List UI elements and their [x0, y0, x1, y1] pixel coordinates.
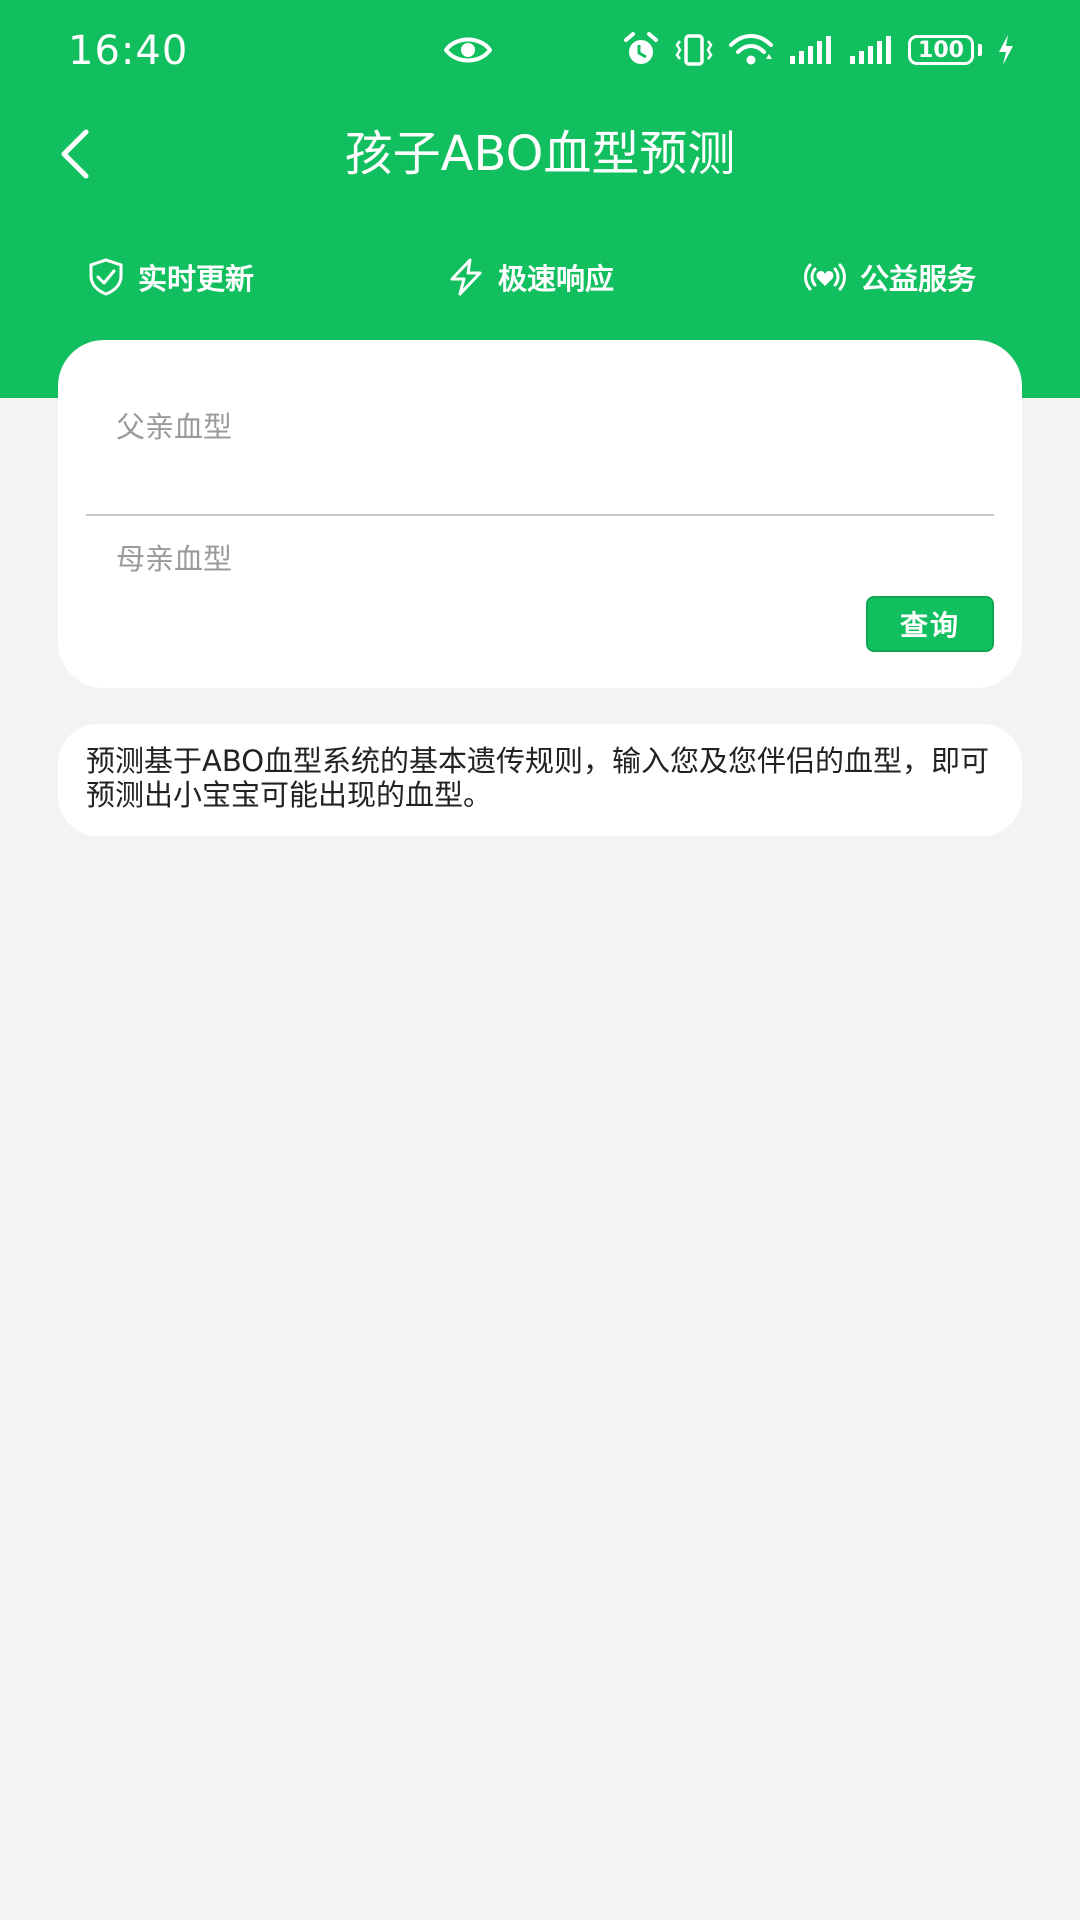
divider [86, 514, 994, 516]
info-card: 预测基于ABO血型系统的基本遗传规则，输入您及您伴侣的血型，即可预测出小宝宝可能… [58, 724, 1022, 836]
battery-icon: 100 [908, 35, 974, 65]
info-text: 预测基于ABO血型系统的基本遗传规则，输入您及您伴侣的血型，即可预测出小宝宝可能… [86, 744, 990, 812]
battery-level: 100 [918, 37, 964, 63]
battery-cap [978, 44, 982, 56]
features-row: 实时更新 极速响应 公益服务 [0, 250, 1080, 304]
chevron-left-icon [61, 129, 89, 179]
mother-blood-type-input[interactable] [116, 536, 966, 582]
alarm-icon [624, 32, 658, 64]
feature-label: 公益服务 [860, 262, 977, 296]
status-bar: 16:40 100 [0, 0, 1080, 100]
feature-fast-response: 极速响应 [446, 250, 614, 304]
feature-realtime-update: 实时更新 [86, 250, 254, 304]
wifi-icon [729, 34, 773, 65]
father-blood-type-input[interactable] [116, 372, 966, 482]
query-button[interactable]: 查询 [866, 596, 994, 652]
status-icons: 100 [622, 30, 1016, 70]
blood-type-form: 查询 [58, 340, 1022, 688]
feature-label: 极速响应 [498, 262, 615, 296]
signal-icon [850, 36, 891, 64]
charging-icon [999, 35, 1013, 65]
signal-icon [790, 36, 831, 64]
feature-public-service: 公益服务 [802, 250, 976, 304]
lightning-icon [450, 258, 482, 296]
eye-icon [444, 37, 492, 63]
back-button[interactable] [44, 118, 104, 190]
vibrate-icon [675, 34, 713, 66]
heart-signal-icon [804, 263, 846, 291]
feature-label: 实时更新 [138, 262, 255, 296]
status-time: 16:40 [68, 28, 189, 74]
shield-check-icon [89, 258, 123, 296]
